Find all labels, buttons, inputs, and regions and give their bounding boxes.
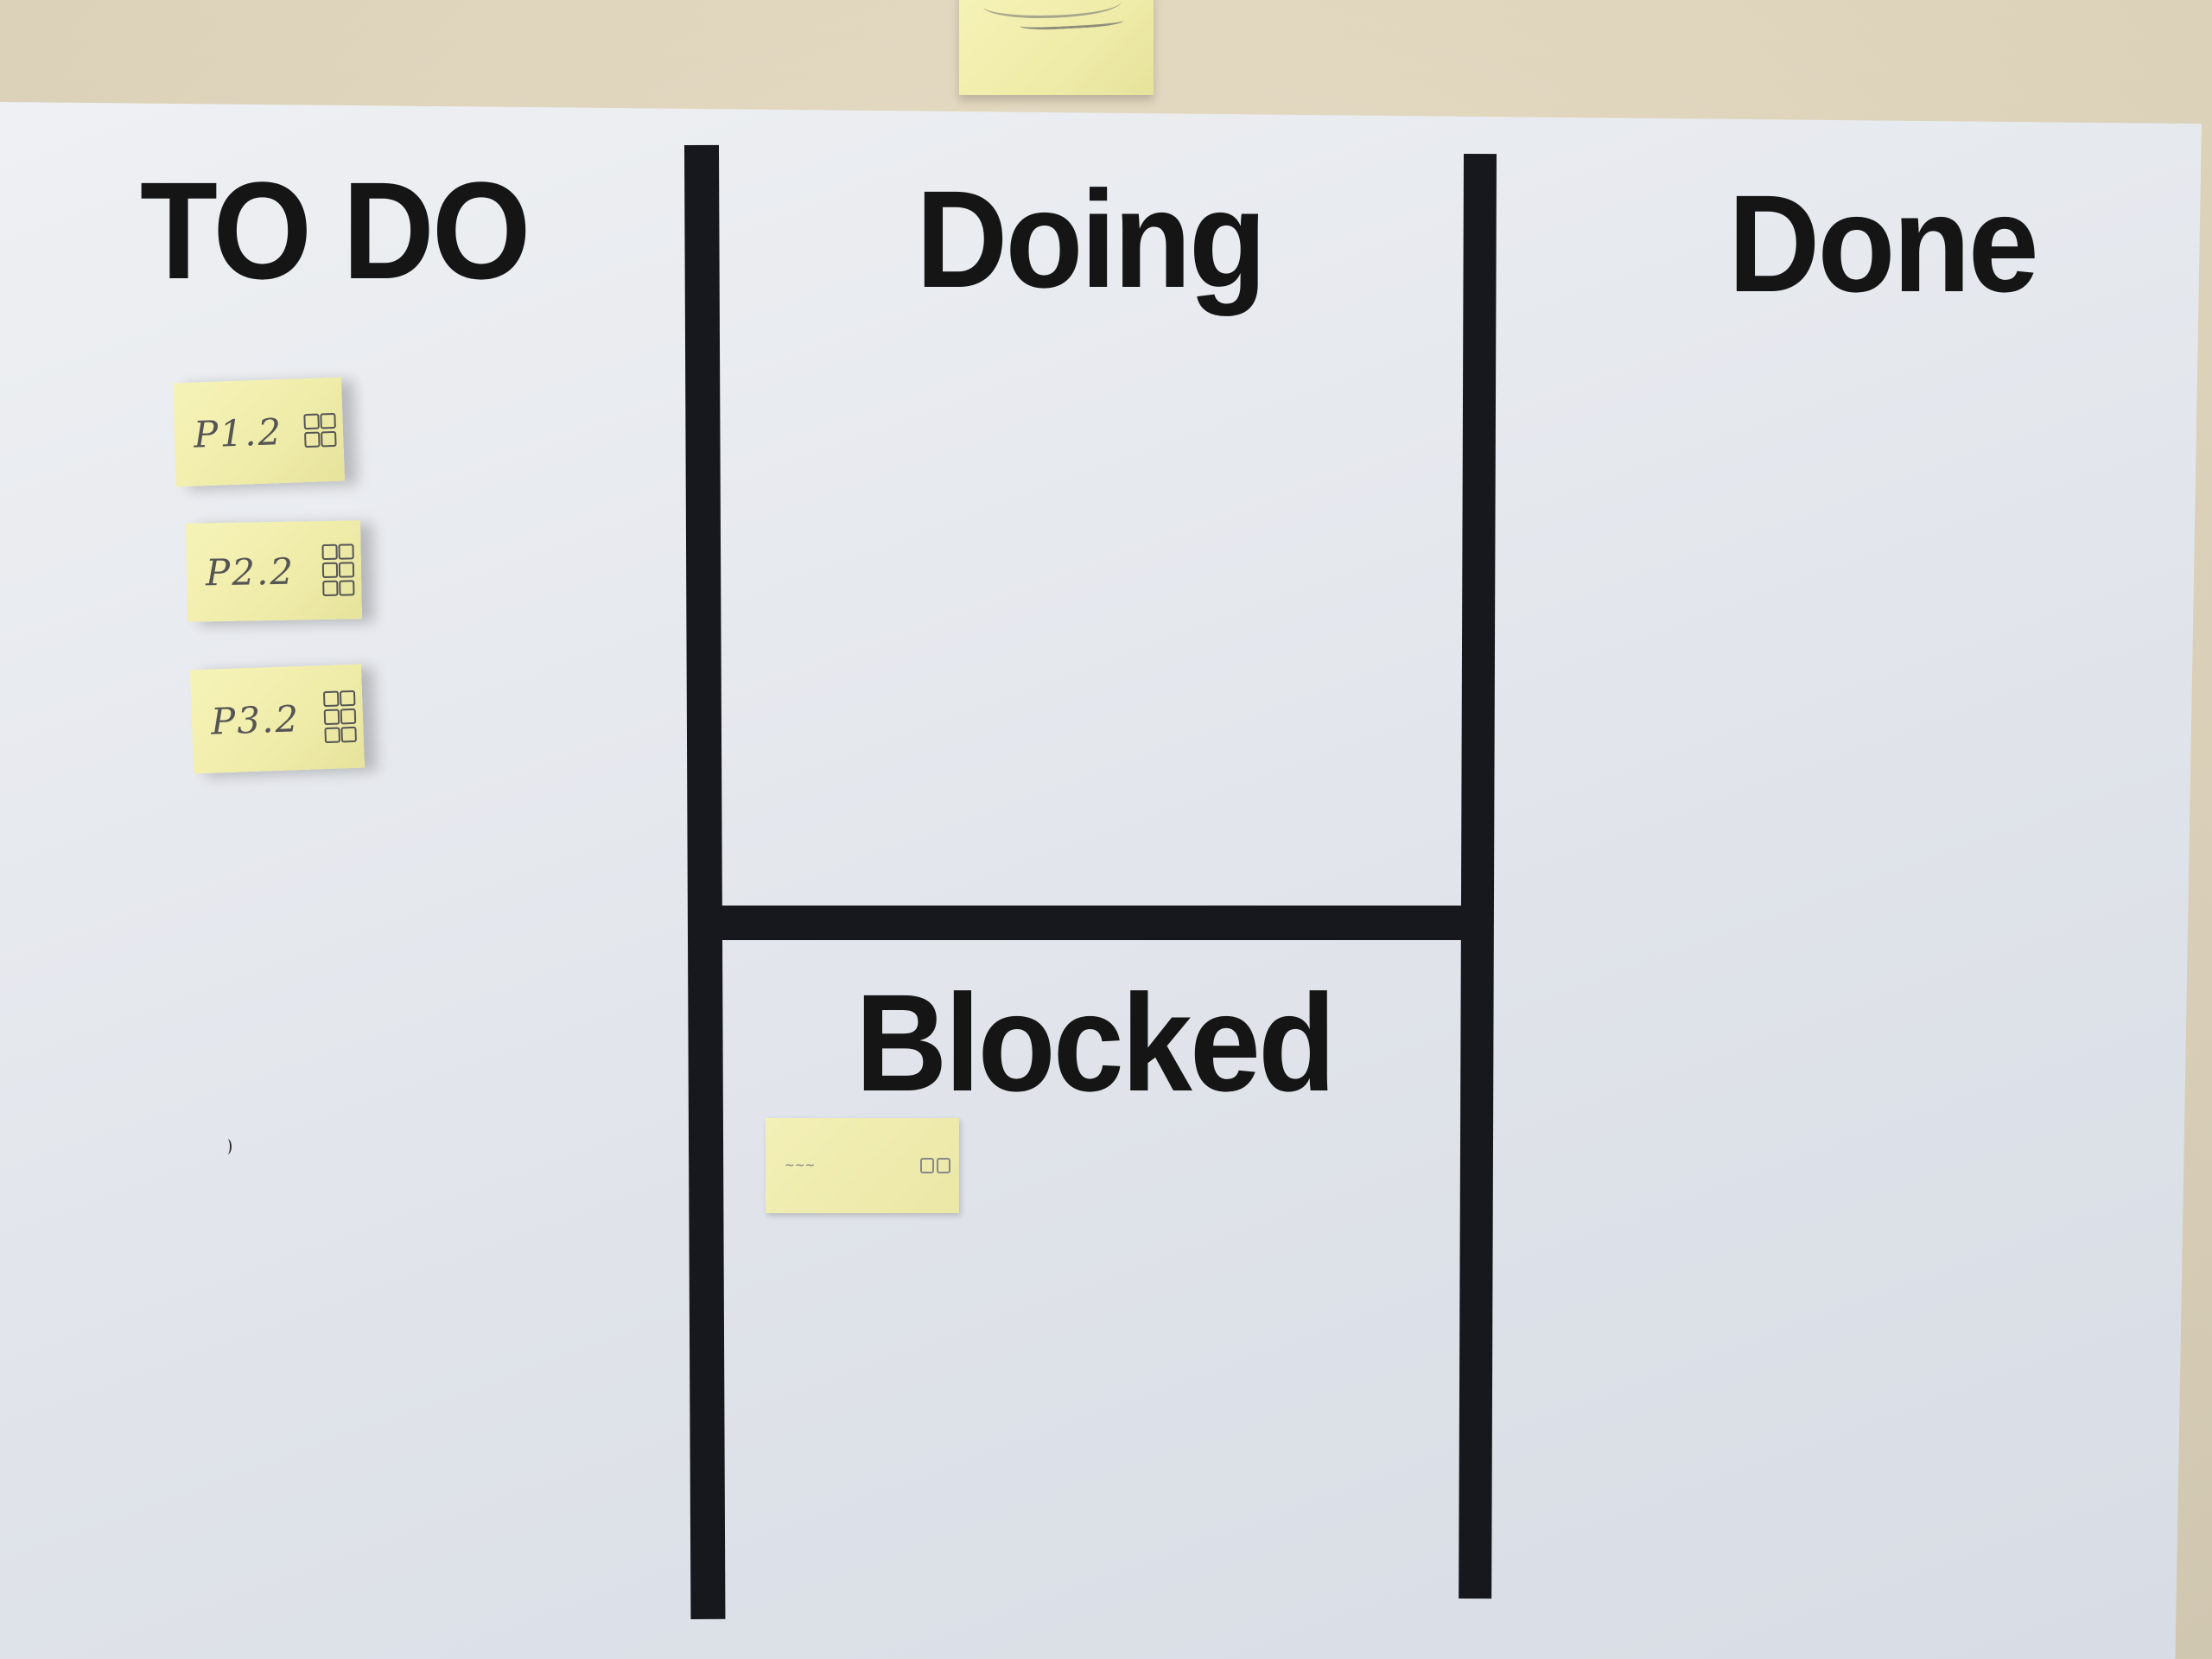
pen-mark <box>223 1139 232 1154</box>
section-heading-blocked: Blocked <box>855 965 1336 1120</box>
blocked-card-scribble: ~~~ <box>785 1159 816 1173</box>
doing-blocked-divider <box>719 906 1465 940</box>
column-heading-done: Done <box>1728 166 2039 321</box>
card-label: P2.2 <box>205 550 296 594</box>
card-label: P3.2 <box>210 696 301 743</box>
todo-card[interactable]: P2.2 <box>186 520 362 622</box>
todo-card[interactable]: P3.2 <box>189 664 365 774</box>
top-sticky-note <box>959 0 1154 95</box>
task-boxes-icon <box>920 1158 950 1173</box>
column-divider-right <box>1459 154 1497 1599</box>
card-label: P1.2 <box>193 410 283 456</box>
kanban-board-paper <box>0 102 2202 1659</box>
column-heading-doing: Doing <box>916 162 1267 316</box>
task-boxes-icon <box>321 543 355 597</box>
task-boxes-icon <box>303 412 337 448</box>
task-boxes-icon <box>322 690 357 744</box>
column-divider-left <box>684 144 726 1619</box>
column-heading-todo: TO DO <box>140 153 531 308</box>
todo-card[interactable]: P1.2 <box>172 377 346 487</box>
blocked-card[interactable]: ~~~ <box>766 1118 959 1213</box>
